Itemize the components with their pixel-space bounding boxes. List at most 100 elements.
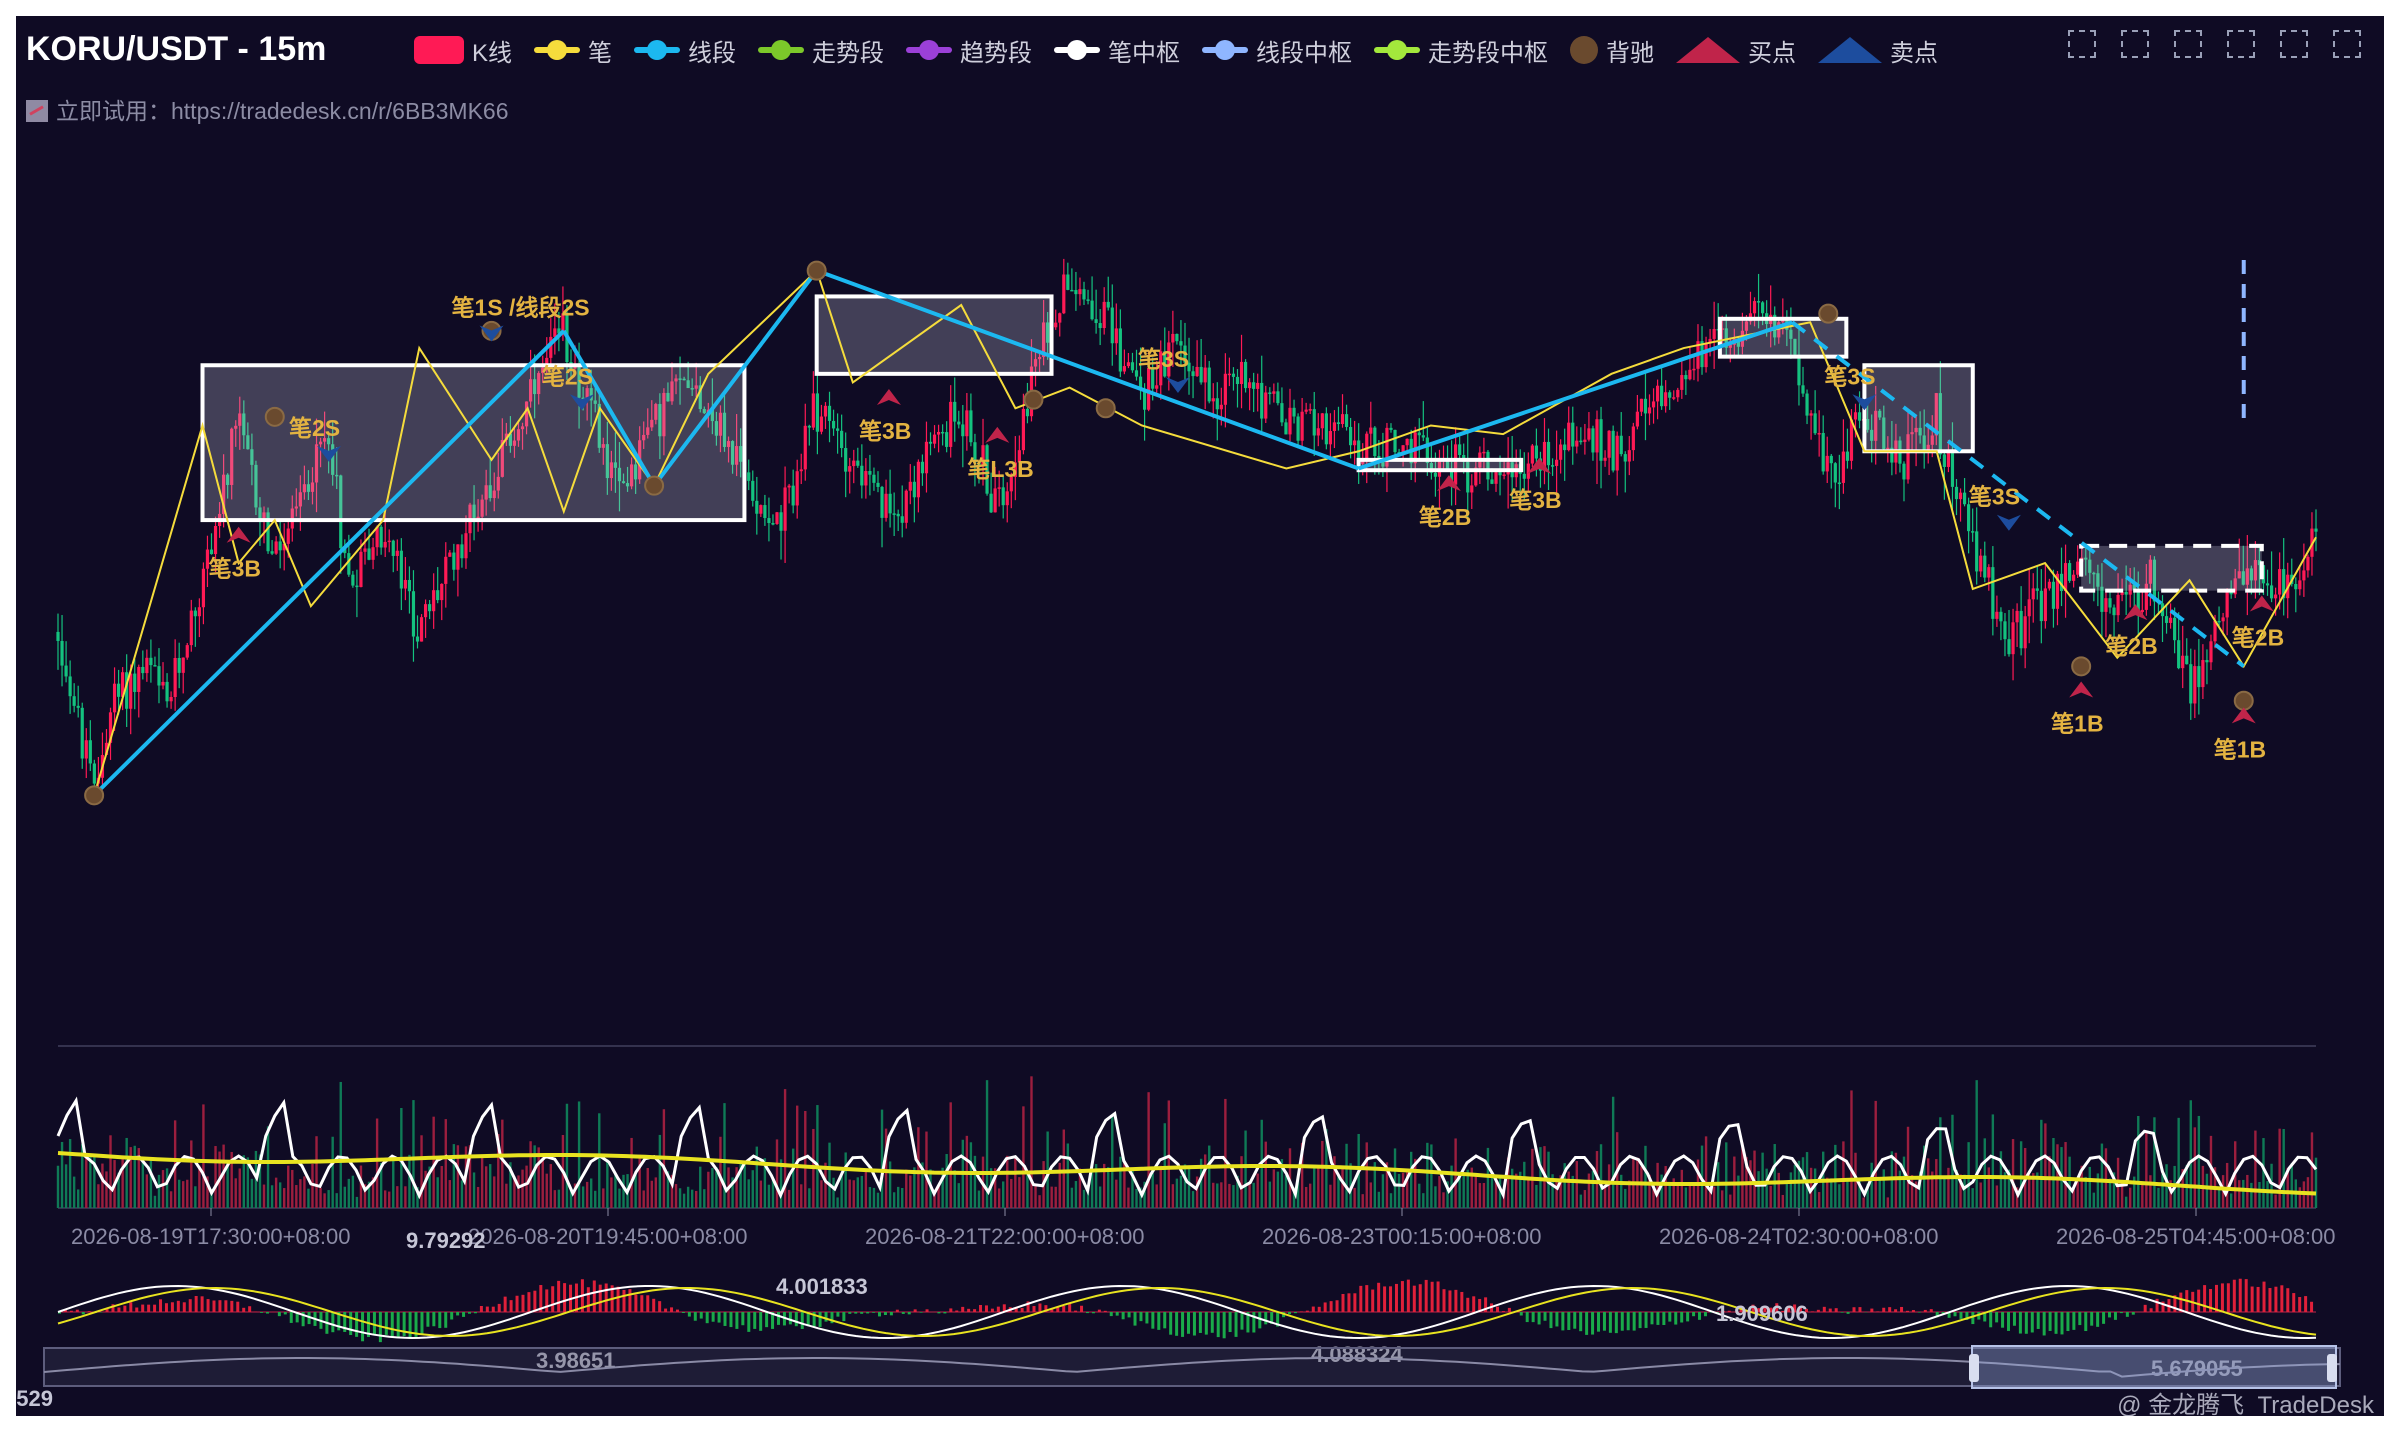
candle-body bbox=[2314, 528, 2318, 532]
volume-bar bbox=[868, 1187, 872, 1208]
volume-bar bbox=[303, 1176, 306, 1208]
candle-body bbox=[165, 681, 169, 702]
volume-bar bbox=[1579, 1194, 1583, 1208]
macd-bar bbox=[693, 1312, 697, 1321]
volume-bar bbox=[1409, 1151, 1413, 1208]
candle-body bbox=[1761, 302, 1765, 314]
macd-bar bbox=[1335, 1300, 1339, 1312]
volume-bar bbox=[2278, 1128, 2281, 1208]
macd-bar bbox=[616, 1286, 620, 1312]
macd-bar bbox=[670, 1307, 674, 1312]
macd-bar bbox=[1163, 1312, 1167, 1329]
candle-body bbox=[141, 666, 145, 674]
candle-body bbox=[989, 493, 993, 513]
macd-bar bbox=[2060, 1312, 2064, 1335]
volume-bar bbox=[234, 1178, 237, 1208]
sell-marker bbox=[1996, 514, 2021, 531]
volume-bar bbox=[888, 1161, 892, 1208]
candle-body bbox=[415, 636, 420, 642]
volume-bar bbox=[1377, 1191, 1381, 1208]
volume-bar bbox=[440, 1166, 443, 1208]
macd-bar bbox=[1597, 1312, 1601, 1332]
candle-body bbox=[1983, 555, 1987, 578]
macd-bar bbox=[949, 1308, 953, 1312]
volume-bar bbox=[2052, 1137, 2055, 1208]
volume-bar bbox=[896, 1186, 900, 1208]
macd-bar bbox=[1347, 1293, 1351, 1312]
volume-bar bbox=[747, 1179, 750, 1208]
candle-body bbox=[2043, 588, 2047, 622]
candle-body bbox=[783, 487, 787, 531]
candle-body bbox=[1627, 450, 1631, 462]
candle-body bbox=[1102, 301, 1106, 329]
macd-bar bbox=[2304, 1296, 2308, 1312]
macd-bar bbox=[1454, 1289, 1458, 1312]
macd-bar bbox=[1834, 1308, 1838, 1312]
volume-bar bbox=[642, 1190, 645, 1208]
volume-bar bbox=[1983, 1138, 1986, 1208]
candle-body bbox=[1502, 474, 1506, 476]
candle-body bbox=[1599, 419, 1603, 461]
volume-bar bbox=[820, 1180, 823, 1208]
volume-bar bbox=[1151, 1172, 1154, 1208]
volume-bar bbox=[860, 1175, 864, 1208]
volume-bar bbox=[1191, 1191, 1195, 1208]
divergence-dot bbox=[806, 260, 827, 281]
macd-bar bbox=[432, 1312, 436, 1327]
candle-body bbox=[1248, 382, 1252, 389]
candle-body bbox=[351, 574, 355, 586]
macd-bar bbox=[2012, 1312, 2016, 1326]
candle-body bbox=[1094, 319, 1098, 324]
volume-bar bbox=[2104, 1148, 2108, 1208]
volume-bar bbox=[1987, 1167, 1991, 1208]
macd-bar bbox=[628, 1289, 632, 1312]
macd-bar bbox=[925, 1309, 929, 1312]
candle-body bbox=[1571, 422, 1575, 447]
candle-body bbox=[1320, 413, 1324, 429]
candle-body bbox=[1987, 567, 1991, 578]
candle-body bbox=[1490, 479, 1494, 484]
candle-body bbox=[1272, 391, 1276, 394]
candle-body bbox=[880, 486, 884, 518]
macd-bar bbox=[1959, 1312, 1963, 1319]
macd-bar bbox=[188, 1299, 192, 1312]
volume-bar bbox=[109, 1135, 112, 1208]
chart-panel[interactable]: KORU/USDT - 15m 立即试用：https://tradedesk.c… bbox=[16, 16, 2384, 1416]
candle-body bbox=[1260, 382, 1264, 419]
volume-bar bbox=[1304, 1186, 1308, 1208]
candle-body bbox=[92, 763, 96, 784]
macd-bar bbox=[2280, 1285, 2284, 1312]
candle-body bbox=[2072, 574, 2076, 581]
candle-body bbox=[993, 488, 997, 513]
volume-bar bbox=[917, 1127, 920, 1208]
macd-bar bbox=[1852, 1307, 1856, 1312]
volume-bar bbox=[1862, 1197, 1865, 1208]
volume-bar bbox=[145, 1174, 149, 1208]
volume-bar bbox=[2258, 1181, 2261, 1208]
volume-bar bbox=[1062, 1129, 1065, 1208]
macd-bar bbox=[230, 1300, 234, 1312]
volume-bar bbox=[1147, 1092, 1150, 1208]
macd-bar bbox=[604, 1283, 608, 1312]
macd-bar bbox=[396, 1312, 400, 1337]
macd-bar bbox=[473, 1312, 477, 1314]
macd-bar bbox=[711, 1312, 715, 1322]
candle-body bbox=[1635, 411, 1639, 427]
macd-value-label: 2529 bbox=[16, 1386, 53, 1411]
volume-bar bbox=[541, 1157, 544, 1208]
macd-bar bbox=[1543, 1312, 1547, 1321]
volume-bar bbox=[598, 1113, 601, 1208]
volume-bar bbox=[791, 1148, 795, 1208]
macd-bar bbox=[1828, 1308, 1832, 1312]
macd-bar bbox=[521, 1294, 525, 1312]
chart-svg[interactable]: 笔3B 笔2S 笔1S /线段2S 笔2S 笔3B 笔L3B 笔3S 笔2B 笔3B 笔3S 笔3S… bbox=[16, 16, 2384, 1416]
volume-bar bbox=[493, 1176, 496, 1208]
volume-bar bbox=[125, 1137, 128, 1208]
buy-marker bbox=[985, 426, 1010, 443]
signal-label: 笔L3B bbox=[967, 456, 1033, 482]
macd-bar bbox=[361, 1312, 365, 1342]
candle-body bbox=[751, 480, 755, 501]
datazoom-handle bbox=[1969, 1354, 1979, 1382]
macd-bar bbox=[242, 1307, 246, 1312]
candle-body bbox=[868, 471, 872, 475]
